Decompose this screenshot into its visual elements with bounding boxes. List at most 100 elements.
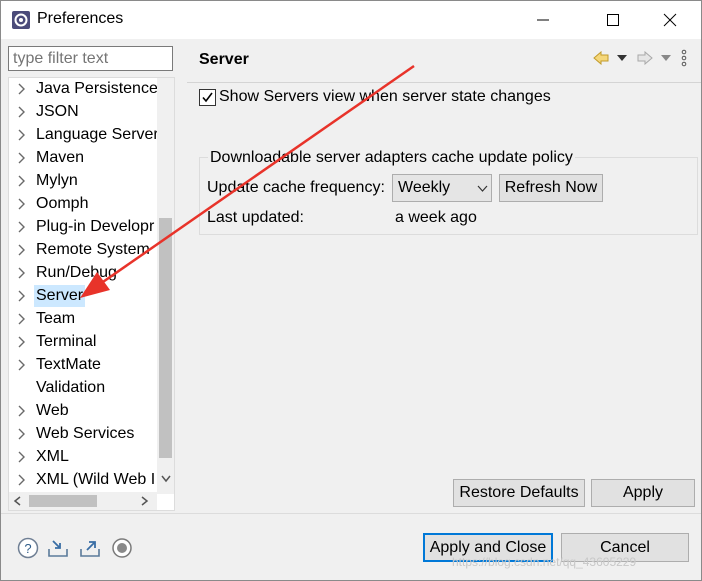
expand-arrow-icon[interactable] [17,197,27,211]
tree-item[interactable]: Validation [9,377,159,399]
last-updated-label: Last updated: [207,209,304,226]
checkmark-icon [202,92,213,103]
show-servers-checkbox[interactable] [199,89,216,106]
tree-item-label: Remote System [36,241,150,258]
expand-arrow-icon[interactable] [17,128,27,142]
expand-arrow-icon[interactable] [17,151,27,165]
tree-item[interactable]: Web [9,400,159,422]
update-frequency-select[interactable]: Weekly [392,174,492,202]
tree-item-label: Server [34,285,86,307]
tree-item[interactable]: Team [9,308,159,330]
tree-item-label: XML [36,448,69,465]
tree-item[interactable]: Server [9,285,159,307]
apply-button[interactable]: Apply [591,479,695,507]
forward-arrow-icon[interactable] [637,51,653,65]
tree-item-label: Web [36,402,69,419]
title-bar: Preferences [1,1,701,39]
restore-defaults-button[interactable]: Restore Defaults [453,479,585,507]
tree-item[interactable]: Java Persistence [9,78,159,100]
preference-tree: Java Persistence JSON Language Server Maven… [8,77,175,511]
tree-item-label: Team [36,310,76,327]
back-dropdown-icon[interactable] [617,55,627,61]
show-servers-label: Show Servers view when server state chan… [219,88,551,105]
chevron-left-icon[interactable] [13,496,21,506]
forward-dropdown-icon[interactable] [661,55,671,61]
last-updated-value: a week ago [395,209,477,226]
tree-item[interactable]: JSON [9,101,159,123]
export-icon[interactable] [79,537,101,559]
expand-arrow-icon[interactable] [17,335,27,349]
maximize-button[interactable] [590,1,636,39]
expand-arrow-icon[interactable] [17,358,27,372]
refresh-now-button[interactable]: Refresh Now [499,174,603,202]
expand-arrow-icon[interactable] [17,404,27,418]
tree-item-label: Web Services [36,425,135,442]
import-icon[interactable] [47,537,69,559]
filter-input[interactable] [8,46,173,71]
preferences-window: Preferences Java Persistence JSON Language… [0,0,702,581]
tree-item[interactable]: XML (Wild Web I [9,469,159,491]
tree-item[interactable]: Run/Debug [9,262,159,284]
tree-item[interactable]: Oomph [9,193,159,215]
minimize-button[interactable] [520,1,566,39]
expand-arrow-icon[interactable] [17,312,27,326]
page-navigation [593,49,693,69]
tree-item-label: Run/Debug [36,264,117,281]
update-frequency-value: Weekly [398,179,451,196]
footer-divider [1,513,701,514]
expand-arrow-icon[interactable] [17,450,27,464]
tree-item[interactable]: XML [9,446,159,468]
expand-arrow-icon[interactable] [17,289,27,303]
window-title: Preferences [37,10,124,27]
close-button[interactable] [647,1,693,39]
tree-item-label: Terminal [36,333,97,350]
eclipse-preferences-icon [12,11,30,29]
expand-arrow-icon[interactable] [17,82,27,96]
cache-policy-group: Downloadable server adapters cache updat… [199,149,698,235]
tree-item[interactable]: Language Server [9,124,159,146]
scrollbar-thumb[interactable] [159,218,172,458]
tree-item-label: Maven [36,149,85,166]
scrollbar-thumb[interactable] [29,495,97,507]
group-title: Downloadable server adapters cache updat… [208,149,575,167]
expand-arrow-icon[interactable] [17,427,27,441]
expand-arrow-icon[interactable] [17,174,27,188]
chevron-down-icon[interactable] [161,475,171,483]
tree-vertical-scrollbar[interactable] [157,78,174,494]
chevron-right-icon[interactable] [141,496,149,506]
maximize-icon [607,14,619,26]
expand-arrow-icon[interactable] [17,243,27,257]
tree-item-label: Oomph [36,195,89,212]
tree-item[interactable]: Web Services [9,423,159,445]
expand-arrow-icon[interactable] [17,473,27,487]
header-divider [187,82,701,83]
tree-item-label: Java Persistence [36,80,158,97]
tree-item-label: Mylyn [36,172,78,189]
close-icon [663,13,677,27]
back-arrow-icon[interactable] [593,51,609,65]
page-title: Server [199,51,249,68]
update-frequency-label: Update cache frequency: [207,179,385,196]
expand-arrow-icon[interactable] [17,105,27,119]
expand-arrow-icon[interactable] [17,266,27,280]
tree-item[interactable]: Terminal [9,331,159,353]
tree-item[interactable]: Remote System [9,239,159,261]
tree-item[interactable]: Maven [9,147,159,169]
tree-item[interactable]: Plug-in Developr [9,216,159,238]
help-icon[interactable]: ? [17,537,39,559]
tree-item-label: Plug-in Developr [36,218,155,235]
tree-item-label: JSON [36,103,79,120]
expand-arrow-icon[interactable] [17,220,27,234]
record-icon[interactable] [111,537,133,559]
preference-page: Server Show Servers view when server sta… [187,39,701,511]
tree-horizontal-scrollbar[interactable] [9,492,157,510]
watermark: https://blog.csdn.net/qq_43605229 [452,555,637,569]
tree-item[interactable]: Mylyn [9,170,159,192]
tree-item-label: TextMate [36,356,101,373]
minimize-icon [537,19,549,21]
more-options-icon[interactable] [681,49,687,67]
tree-item-label: XML (Wild Web I [36,471,156,488]
tree-item-label: Validation [36,379,106,396]
tree-item-label: Language Server [36,126,159,143]
tree-item[interactable]: TextMate [9,354,159,376]
